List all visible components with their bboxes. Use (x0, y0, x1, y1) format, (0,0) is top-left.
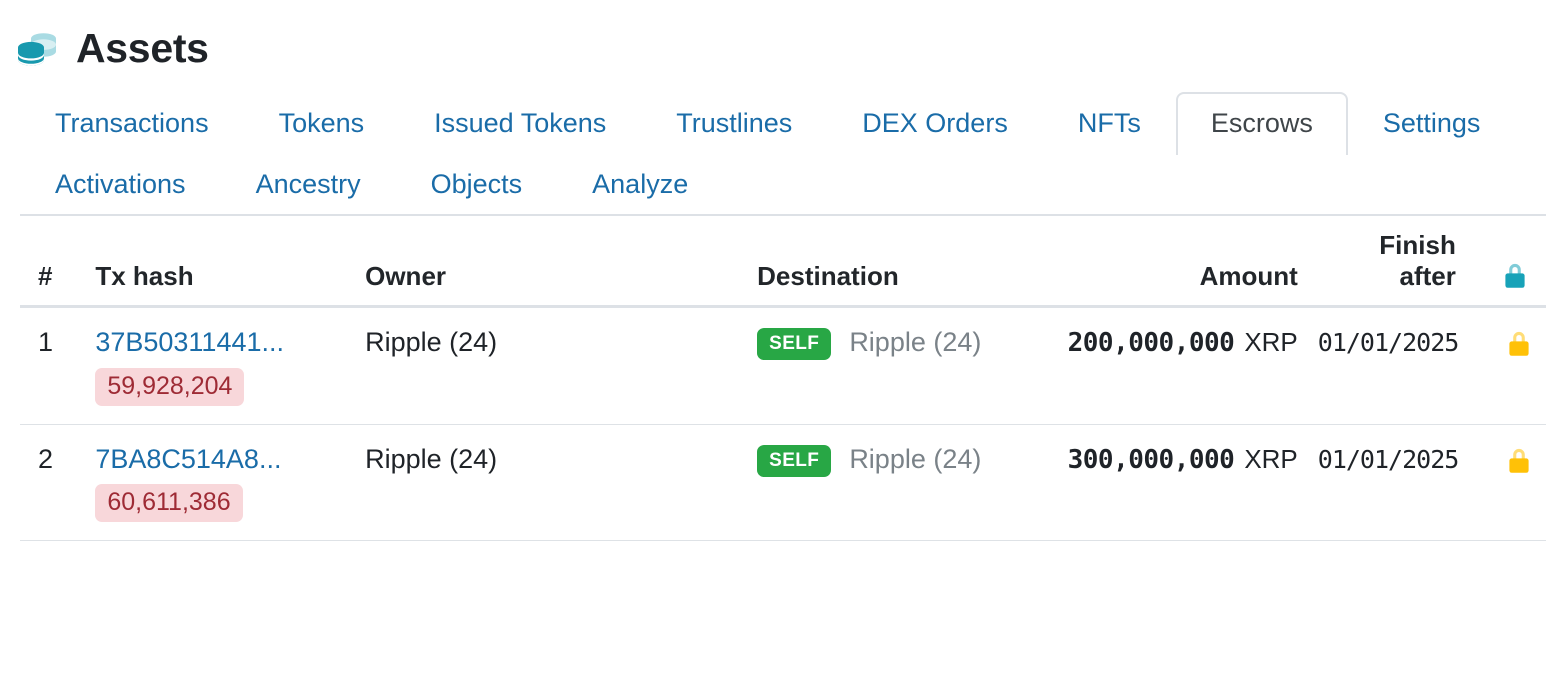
tab-ancestry[interactable]: Ancestry (221, 153, 396, 214)
column-header-finish-after[interactable]: Finish after (1308, 216, 1466, 307)
tab-list: TransactionsTokensIssued TokensTrustline… (20, 92, 1546, 214)
tab-settings[interactable]: Settings (1348, 92, 1516, 153)
row-lock-cell[interactable] (1466, 424, 1546, 540)
amount-value: 300,000,000 (1068, 445, 1235, 475)
lock-icon[interactable] (1506, 446, 1532, 476)
owner-cell[interactable]: Ripple (24) (355, 424, 747, 540)
ledger-index-badge[interactable]: 59,928,204 (95, 368, 244, 406)
finish-after-date: 01/01/2025 (1318, 445, 1459, 474)
tab-analyze[interactable]: Analyze (557, 153, 723, 214)
table-row: 2 7BA8C514A8... 60,611,386 Ripple (24) SELF R… (20, 424, 1546, 540)
destination-name[interactable]: Ripple (24) (849, 327, 981, 357)
ledger-index-badge[interactable]: 60,611,386 (95, 484, 242, 522)
tab-issued-tokens[interactable]: Issued Tokens (399, 92, 641, 153)
tab-nfts[interactable]: NFTs (1043, 92, 1176, 153)
finish-after-cell: 01/01/2025 (1308, 424, 1466, 540)
tx-hash-link[interactable]: 37B50311441... (95, 326, 284, 358)
tab-trustlines[interactable]: Trustlines (641, 92, 827, 153)
destination-cell: SELF Ripple (24) (747, 307, 1023, 424)
tab-transactions[interactable]: Transactions (20, 92, 244, 153)
self-badge: SELF (757, 445, 831, 477)
amount-cell: 200,000,000 XRP (1023, 307, 1308, 424)
table-header: # Tx hash Owner Destination Amount Finis… (20, 216, 1546, 307)
finish-after-date: 01/01/2025 (1318, 328, 1459, 357)
amount-cell: 300,000,000 XRP (1023, 424, 1308, 540)
row-number: 1 (20, 307, 85, 424)
tab-escrows[interactable]: Escrows (1176, 92, 1348, 155)
column-header-lock[interactable] (1466, 216, 1546, 307)
row-lock-cell[interactable] (1466, 307, 1546, 424)
table-header-row: # Tx hash Owner Destination Amount Finis… (20, 216, 1546, 307)
tab-dex-orders[interactable]: DEX Orders (827, 92, 1043, 153)
row-number: 2 (20, 424, 85, 540)
tab-tokens[interactable]: Tokens (244, 92, 400, 153)
amount-value: 200,000,000 (1068, 328, 1235, 358)
tx-hash-cell: 37B50311441... 59,928,204 (85, 307, 355, 424)
escrows-table-container: # Tx hash Owner Destination Amount Finis… (20, 216, 1546, 541)
column-header-destination[interactable]: Destination (747, 216, 1023, 307)
column-header-owner[interactable]: Owner (355, 216, 747, 307)
tx-hash-link[interactable]: 7BA8C514A8... (95, 443, 281, 475)
assets-page: Assets TransactionsTokensIssued TokensTr… (0, 0, 1566, 676)
table-row: 137B50311441...59,928,204Ripple (24)SELF… (20, 307, 1546, 424)
destination-name[interactable]: Ripple (24) (849, 444, 981, 474)
owner-cell[interactable]: Ripple (24) (355, 307, 747, 424)
column-header-number[interactable]: # (20, 216, 85, 307)
tx-hash-cell: 7BA8C514A8... 60,611,386 (85, 424, 355, 540)
coin-stack-icon (14, 25, 60, 71)
page-title: Assets (76, 28, 209, 69)
tab-bar: TransactionsTokensIssued TokensTrustline… (20, 92, 1546, 216)
destination-cell: SELF Ripple (24) (747, 424, 1023, 540)
lock-icon (1502, 261, 1528, 291)
page-header: Assets (0, 0, 1566, 78)
self-badge: SELF (757, 328, 831, 360)
escrows-table: # Tx hash Owner Destination Amount Finis… (20, 216, 1546, 541)
tab-activations[interactable]: Activations (20, 153, 221, 214)
lock-icon[interactable] (1506, 329, 1532, 359)
column-header-amount[interactable]: Amount (1023, 216, 1308, 307)
tab-objects[interactable]: Objects (396, 153, 558, 214)
table-body: 137B50311441...59,928,204Ripple (24)SELF… (20, 307, 1546, 541)
amount-currency: XRP (1244, 327, 1297, 357)
column-header-tx-hash[interactable]: Tx hash (85, 216, 355, 307)
finish-after-cell: 01/01/2025 (1308, 307, 1466, 424)
amount-currency: XRP (1244, 444, 1297, 474)
